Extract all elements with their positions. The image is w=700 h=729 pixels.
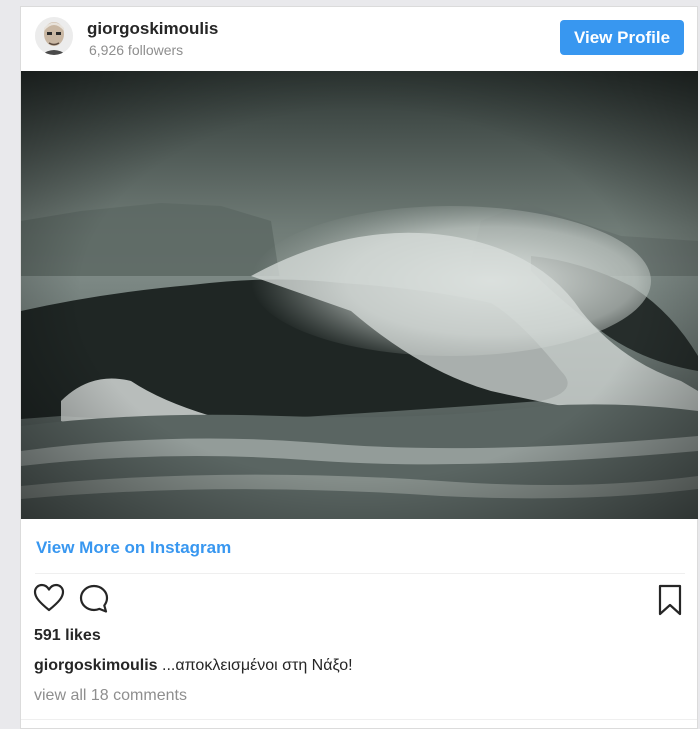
follower-count: 6,926 followers [89, 42, 184, 58]
profile-username[interactable]: giorgoskimoulis [87, 19, 218, 39]
bookmark-icon[interactable] [657, 584, 683, 621]
page: giorgoskimoulis 6,926 followers View Pro… [0, 0, 700, 729]
view-comments-link[interactable]: view all 18 comments [34, 687, 187, 705]
view-more-link[interactable]: View More on Instagram [36, 538, 231, 558]
comment-icon[interactable] [78, 583, 110, 620]
post-photo[interactable] [21, 71, 698, 519]
heart-icon[interactable] [33, 583, 65, 618]
like-count: 591 likes [34, 627, 101, 644]
divider [35, 573, 685, 574]
bottom-divider [21, 719, 697, 720]
instagram-embed-card: giorgoskimoulis 6,926 followers View Pro… [20, 6, 698, 729]
caption-username[interactable]: giorgoskimoulis [34, 657, 158, 674]
avatar[interactable] [35, 17, 73, 55]
post-header: giorgoskimoulis 6,926 followers View Pro… [21, 7, 697, 71]
post-caption: giorgoskimoulis ...αποκλεισμένοι στη Νάξ… [34, 657, 353, 675]
caption-text: ...αποκλεισμένοι στη Νάξο! [162, 657, 353, 674]
view-profile-button[interactable]: View Profile [560, 20, 684, 55]
